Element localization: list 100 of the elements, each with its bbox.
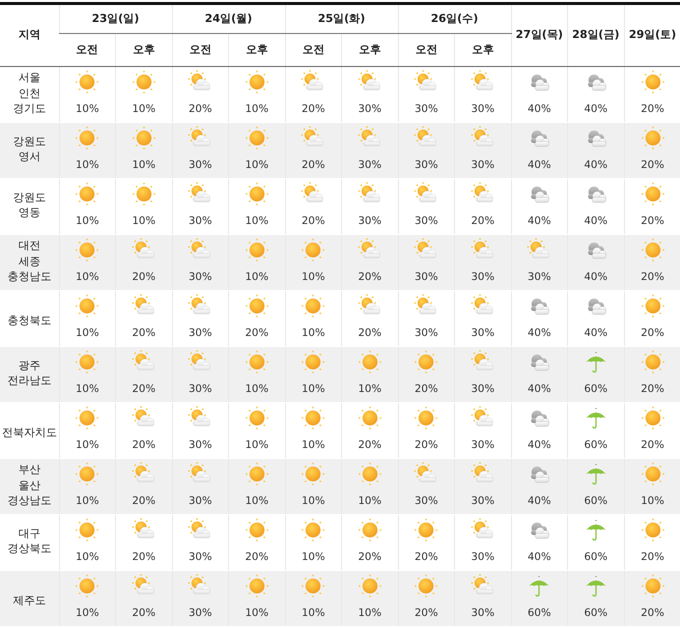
period-header: 오후: [132, 42, 155, 56]
rain-chance: 40%: [528, 103, 551, 116]
rain-chance: 60%: [584, 607, 608, 620]
rain-chance: 10%: [76, 551, 99, 564]
rain-chance: 30%: [188, 383, 212, 396]
day-header: 23일(일): [92, 12, 140, 25]
rain-chance: 10%: [358, 495, 382, 508]
rain-chance: 10%: [245, 103, 268, 116]
rain-chance: 60%: [584, 439, 608, 452]
rain-chance: 20%: [414, 551, 438, 564]
period-header: 오후: [246, 42, 268, 56]
rain-chance: 20%: [302, 159, 325, 172]
rain-chance: 20%: [132, 271, 156, 284]
rain-chance: 20%: [132, 551, 156, 564]
rain-chance: 10%: [245, 159, 268, 172]
rain-chance: 30%: [471, 607, 494, 620]
rain-chance: 20%: [132, 439, 156, 452]
rain-chance: 40%: [584, 327, 608, 340]
period-header: 오후: [472, 42, 494, 56]
rain-chance: 30%: [471, 327, 494, 340]
rain-chance: 20%: [414, 607, 438, 620]
rain-chance: 20%: [358, 439, 382, 452]
rain-chance: 10%: [76, 103, 99, 116]
rain-chance: 20%: [358, 271, 382, 284]
period-header: 오전: [415, 42, 438, 56]
rain-chance: 20%: [132, 495, 156, 508]
rain-chance: 30%: [188, 551, 212, 564]
day-header: 26일(수): [430, 12, 478, 25]
rain-chance: 20%: [358, 551, 382, 564]
rain-chance: 10%: [302, 271, 325, 284]
rain-chance: 20%: [640, 327, 664, 340]
rain-chance: 10%: [302, 383, 325, 396]
rain-chance: 40%: [584, 103, 608, 116]
period-header: 오후: [358, 42, 381, 56]
rain-chance: 20%: [640, 439, 664, 452]
day-header: 25일(화): [318, 12, 366, 25]
rain-chance: 20%: [132, 327, 156, 340]
rain-chance: 10%: [76, 495, 99, 508]
rain-chance: 40%: [528, 495, 551, 508]
rain-chance: 30%: [528, 271, 551, 284]
rain-chance: 20%: [358, 327, 382, 340]
rain-chance: 30%: [188, 215, 212, 228]
rain-chance: 30%: [188, 159, 212, 172]
rain-chance: 40%: [528, 159, 551, 172]
rain-chance: 30%: [188, 327, 212, 340]
rain-chance: 30%: [188, 439, 212, 452]
rain-chance: 10%: [358, 607, 382, 620]
rain-chance: 30%: [358, 159, 382, 172]
rain-chance: 10%: [76, 159, 99, 172]
rain-chance: 20%: [640, 103, 664, 116]
rain-chance: 10%: [302, 327, 325, 340]
rain-chance: 30%: [358, 103, 382, 116]
region-name: 부산 울산 경상남도: [7, 462, 52, 510]
rain-chance: 30%: [414, 103, 438, 116]
rain-chance: 30%: [358, 215, 382, 228]
rain-chance: 20%: [640, 551, 664, 564]
rain-chance: 20%: [640, 215, 664, 228]
day-header: 27일(목): [516, 28, 563, 42]
rain-chance: 20%: [245, 551, 268, 564]
rain-chance: 30%: [471, 495, 494, 508]
rain-chance: 30%: [414, 271, 438, 284]
region-name: 대구 경상북도: [7, 526, 52, 558]
rain-chance: 20%: [302, 215, 325, 228]
rain-chance: 30%: [188, 607, 212, 620]
day-header: 28일(금): [572, 28, 620, 42]
rain-chance: 10%: [245, 495, 268, 508]
region-name: 강원도 영서: [12, 134, 46, 166]
rain-chance: 20%: [640, 271, 664, 284]
rain-chance: 20%: [302, 103, 325, 116]
rain-chance: 30%: [414, 495, 438, 508]
period-header: 오전: [189, 42, 212, 56]
period-header: 오전: [76, 42, 98, 56]
rain-chance: 40%: [528, 551, 551, 564]
rain-chance: 10%: [245, 383, 268, 396]
rain-chance: 10%: [245, 607, 268, 620]
rain-chance: 30%: [471, 551, 494, 564]
rain-chance: 10%: [132, 103, 156, 116]
rain-chance: 30%: [414, 215, 438, 228]
rain-chance: 10%: [76, 271, 99, 284]
rain-chance: 20%: [640, 159, 664, 172]
rain-chance: 60%: [528, 607, 551, 620]
rain-chance: 30%: [471, 271, 494, 284]
rain-chance: 20%: [471, 215, 494, 228]
rain-chance: 30%: [188, 271, 212, 284]
rain-chance: 20%: [188, 103, 212, 116]
region-name: 전북자치도: [2, 424, 57, 440]
rain-chance: 30%: [471, 383, 494, 396]
rain-chance: 40%: [528, 327, 551, 340]
rain-chance: 20%: [132, 383, 156, 396]
region-header: 지역: [18, 28, 40, 42]
rain-chance: 60%: [584, 495, 608, 508]
rain-chance: 20%: [640, 607, 664, 620]
rain-chance: 40%: [584, 159, 608, 172]
rain-chance: 20%: [414, 439, 438, 452]
region-name: 제주도: [12, 592, 46, 608]
rain-chance: 30%: [471, 439, 494, 452]
rain-chance: 40%: [584, 215, 608, 228]
rain-chance: 10%: [302, 607, 325, 620]
rain-chance: 30%: [188, 495, 212, 508]
period-header: 오전: [302, 42, 324, 56]
